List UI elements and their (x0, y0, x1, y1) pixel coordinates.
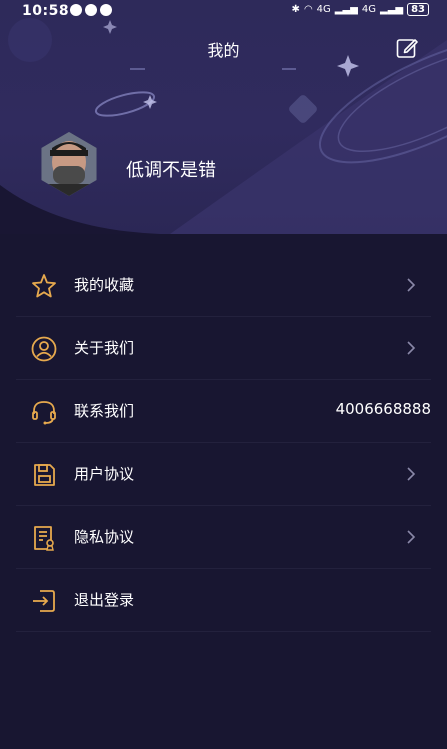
menu-item-label: 我的收藏 (74, 276, 135, 294)
status-time: 10:58 (22, 3, 70, 19)
signal-icon-2: ▂▃▅ (380, 4, 404, 15)
profile-header: 10:58 ✱ ◠ 4G ▂▃▅ 4G ▂▃▅ 83 我的 低调不是错 (0, 0, 447, 234)
status-bar: 10:58 ✱ ◠ 4G ▂▃▅ 4G ▂▃▅ 83 (0, 0, 447, 24)
contact-phone-number[interactable]: 4006668888 (336, 400, 431, 418)
menu-item-user-agreement[interactable]: 用户协议 (16, 443, 431, 506)
document-stamp-icon (34, 526, 54, 551)
menu-item-label: 隐私协议 (74, 528, 135, 546)
logout-icon (33, 590, 55, 612)
page-title: 我的 (207, 41, 240, 60)
menu-list: 我的收藏 关于我们 联系我们 4006668888 用户协议 隐私协议 退出登录 (0, 254, 447, 632)
chevron-right-icon (407, 467, 416, 481)
edit-icon[interactable] (395, 36, 419, 60)
star-icon (32, 274, 56, 298)
notification-icon (70, 4, 82, 16)
username[interactable]: 低调不是错 (126, 156, 216, 182)
chat-icon (100, 4, 112, 16)
space-background-illustration (0, 18, 447, 234)
chevron-right-icon (407, 530, 416, 544)
signal-icon: ▂▃▅ (334, 4, 358, 15)
notification-icons (70, 4, 112, 16)
menu-item-label: 关于我们 (74, 339, 135, 357)
signal-4g-label-2: 4G (361, 4, 376, 15)
menu-item-privacy-policy[interactable]: 隐私协议 (16, 506, 431, 569)
save-disk-icon (34, 464, 55, 486)
battery-icon: 83 (407, 3, 429, 16)
menu-item-logout[interactable]: 退出登录 (16, 569, 431, 632)
user-circle-icon (31, 336, 57, 362)
bluetooth-icon: ✱ (291, 4, 300, 15)
chevron-right-icon (407, 341, 416, 355)
chevron-right-icon (407, 278, 416, 292)
menu-item-about[interactable]: 关于我们 (16, 317, 431, 380)
status-indicators: ✱ ◠ 4G ▂▃▅ 4G ▂▃▅ 83 (292, 3, 429, 16)
signal-4g-label: 4G (316, 4, 331, 15)
menu-item-label: 退出登录 (74, 591, 135, 609)
wifi-icon: ◠ (303, 4, 313, 15)
menu-item-label: 用户协议 (74, 465, 135, 483)
shield-icon (85, 4, 97, 16)
menu-item-label: 联系我们 (74, 402, 135, 420)
menu-item-favorites[interactable]: 我的收藏 (16, 254, 431, 317)
headset-icon (32, 401, 56, 425)
menu-item-contact[interactable]: 联系我们 4006668888 (16, 380, 431, 443)
